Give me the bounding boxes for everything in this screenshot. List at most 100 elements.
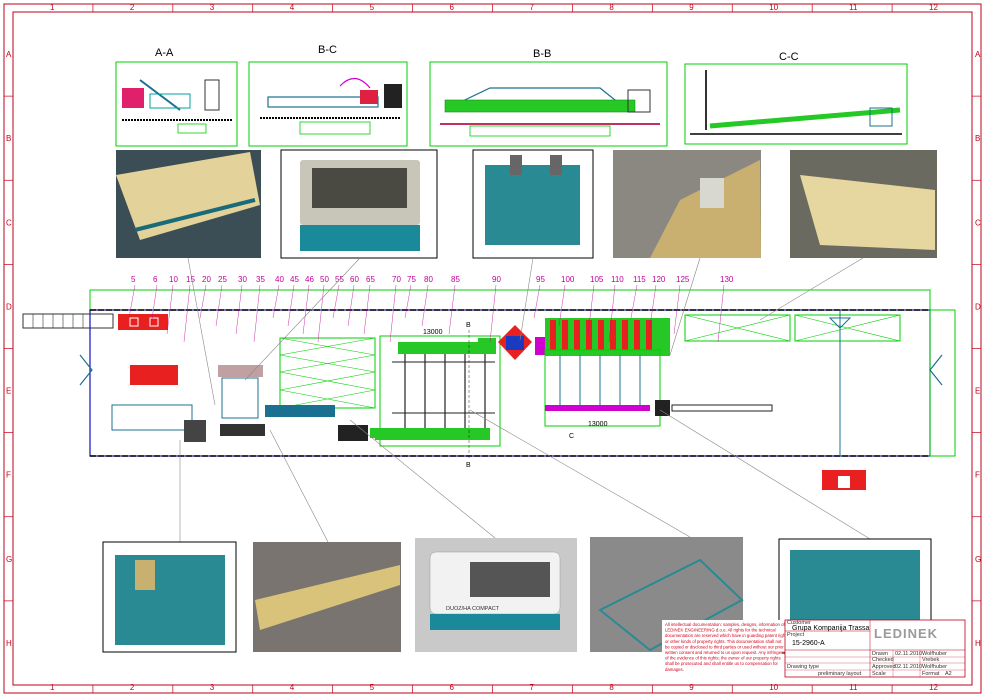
- position-number: 75: [407, 275, 416, 284]
- outfeed-buffer: [684, 310, 901, 456]
- position-number: 80: [424, 275, 433, 284]
- frame-column-label: 10: [769, 3, 778, 12]
- checked-label: Checked: [872, 657, 894, 663]
- position-number: 30: [238, 275, 247, 284]
- position-number: 70: [392, 275, 401, 284]
- section-label-bc: B-C: [318, 44, 337, 56]
- copyright-line: documentation are reserved which have in…: [665, 633, 789, 638]
- photo-multi-rip-saw: [472, 149, 594, 259]
- position-number: 85: [451, 275, 460, 284]
- frame-row-label: H: [975, 639, 981, 648]
- position-number: 105: [590, 275, 604, 284]
- section-view-bc: B-C: [248, 44, 408, 147]
- frame-column-label: 5: [370, 683, 375, 692]
- photo-moulder-xpr: [280, 149, 438, 259]
- frame-row-label: D: [6, 302, 12, 311]
- frame-row-label: F: [6, 471, 11, 480]
- frame-column-label: 9: [689, 683, 694, 692]
- copyright-note: All intellectual documentation: samples,…: [662, 620, 791, 674]
- section-mark-b-bottom: B: [466, 462, 471, 469]
- title-block: Customer Grupa Kompanija Trassa Project …: [784, 619, 966, 678]
- frame-column-label: 9: [689, 3, 694, 12]
- multi-rip-saw-unit: [478, 325, 547, 360]
- position-number: 15: [186, 275, 195, 284]
- approved-date: 02.11.2010: [895, 664, 922, 670]
- photo-conveyor-hall: [253, 542, 401, 652]
- position-number: 46: [305, 275, 314, 284]
- frame-row-label: G: [6, 555, 12, 564]
- drawing-type: preliminary layout: [818, 671, 862, 677]
- buffer-table-1: [279, 337, 376, 409]
- frame-column-label: 3: [210, 3, 215, 12]
- position-number: 5: [131, 275, 136, 284]
- frame-column-label: 4: [290, 3, 295, 12]
- frame-column-label: 2: [130, 3, 135, 12]
- frame-row-label: A: [975, 50, 981, 59]
- position-number: 50: [320, 275, 329, 284]
- copyright-line: All intellectual documentation: samples,…: [665, 622, 785, 627]
- project-number: 15-2960-A: [792, 640, 825, 647]
- frame-row-label: D: [975, 302, 981, 311]
- checked-by: Vrebek: [922, 657, 939, 663]
- position-number: 40: [275, 275, 284, 284]
- position-number: 60: [350, 275, 359, 284]
- section-mark-c-bottom: C: [569, 433, 574, 440]
- frame-column-label: 11: [849, 683, 858, 692]
- approved-by: Wolfhuber: [922, 664, 947, 670]
- machine-label-compact: DUOZ/HA COMPACT: [446, 606, 500, 612]
- position-number: 110: [611, 275, 624, 284]
- position-number: 90: [492, 275, 501, 284]
- copyright-line: be copied or disclosed to third parties …: [665, 644, 784, 649]
- frame-column-label: 8: [609, 683, 614, 692]
- frame-column-label: 7: [529, 683, 534, 692]
- position-number: 35: [256, 275, 265, 284]
- position-number: 25: [218, 275, 227, 284]
- ledinek-logo: LEDINEK: [874, 626, 938, 641]
- position-number: 20: [202, 275, 211, 284]
- section-label-aa: A-A: [155, 47, 174, 59]
- format-label: Format: [922, 671, 940, 677]
- position-number: 100: [561, 275, 575, 284]
- section-view-bb: B-B: [429, 48, 668, 147]
- frame-row-label: A: [6, 50, 12, 59]
- frame-column-label: 1: [50, 3, 55, 12]
- frame-column-label: 11: [849, 3, 858, 12]
- section-mark-b-top: B: [466, 322, 471, 329]
- format-value: A2: [945, 671, 952, 677]
- copyright-line: damages.: [665, 667, 684, 672]
- copyright-line: of the evidence of this rights; the owne…: [665, 656, 781, 661]
- project-label: Project: [787, 632, 805, 638]
- frame-column-label: 12: [929, 3, 938, 12]
- position-number: 65: [366, 275, 375, 284]
- stacking-section: [544, 318, 773, 427]
- copyright-line: or other kinds of property rights. This …: [665, 639, 782, 644]
- position-number: 95: [536, 275, 545, 284]
- frame-column-label: 12: [929, 683, 938, 692]
- approved-label: Approved: [872, 664, 896, 670]
- photo-stacking-line: [613, 150, 761, 258]
- frame-column-label: 5: [370, 3, 375, 12]
- dimension-right: 13000: [588, 421, 608, 428]
- position-number: 10: [169, 275, 178, 284]
- scale-label: Scale: [872, 671, 886, 677]
- technical-drawing-sheet: 112233445566778899101011111212 A AB BC CD DE…: [3, 3, 982, 694]
- packer-symbol: [822, 470, 866, 490]
- grading-station: [111, 365, 265, 442]
- frame-column-label: 6: [450, 3, 455, 12]
- position-number: 125: [676, 275, 690, 284]
- section-view-aa: A-A: [115, 47, 238, 147]
- dimension-left: 13000: [423, 329, 443, 336]
- section-view-cc: C-C: [684, 51, 908, 145]
- frame-row-label: H: [6, 639, 12, 648]
- copyright-line: LEDINEK ENGINEERING d.o.o. All rights fo…: [665, 628, 776, 633]
- customer-name: Grupa Kompanija Trassa: [792, 625, 870, 632]
- section-label-bb: B-B: [533, 48, 551, 60]
- frame-row-label: B: [975, 134, 980, 143]
- frame-column-label: 8: [609, 3, 614, 12]
- position-number: 115: [633, 275, 646, 284]
- frame-column-label: 2: [130, 683, 135, 692]
- frame-column-label: 3: [210, 683, 215, 692]
- frame-column-label: 7: [529, 3, 534, 12]
- frame-column-label: 1: [50, 683, 55, 692]
- photo-compact-moulder: DUOZ/HA COMPACT: [415, 538, 577, 652]
